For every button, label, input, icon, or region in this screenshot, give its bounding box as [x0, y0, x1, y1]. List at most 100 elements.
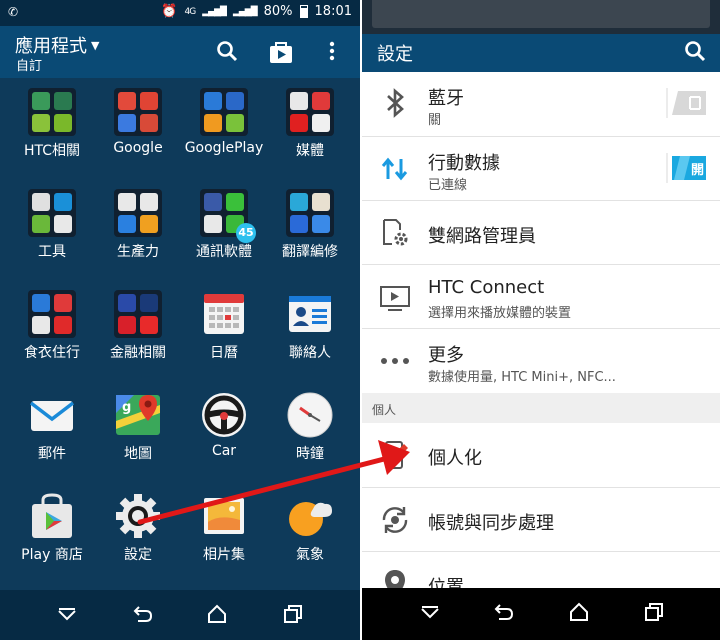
status-bar: ✆ ⏰ 4G ▂▄▆█ ▂▄▆█ 80% 18:01: [0, 0, 360, 26]
row-subtitle: 已連線: [428, 178, 468, 193]
settings-title: 設定: [377, 44, 413, 65]
app-settings[interactable]: 設定: [95, 482, 181, 582]
recent-apps-icon[interactable]: [644, 602, 664, 622]
messaging-folder-icon: 45: [200, 189, 256, 243]
app-clock[interactable]: 時鐘: [267, 381, 353, 481]
drawer-subtitle: 自訂: [16, 59, 43, 74]
app-productivity-folder[interactable]: 生產力: [95, 179, 181, 279]
mail-icon: [29, 401, 75, 431]
mobile-data-arrows-icon: [381, 157, 408, 181]
settings-gear-icon: [116, 494, 160, 538]
maps-icon: g: [116, 395, 160, 435]
app-messaging-folder[interactable]: 45 通訊軟體: [181, 179, 267, 279]
app-mail[interactable]: 郵件: [9, 381, 95, 481]
section-header-personal: 個人: [362, 393, 720, 423]
chevron-down-icon[interactable]: [57, 608, 77, 622]
app-google-folder[interactable]: Google: [95, 78, 181, 178]
clock-icon: [287, 392, 333, 438]
app-media-folder[interactable]: 媒體: [267, 78, 353, 178]
notification-shade-edge: [362, 0, 720, 34]
app-label: 金融相關: [110, 345, 166, 361]
dropdown-caret-icon: ▼: [91, 39, 100, 52]
app-weather[interactable]: 氣象: [267, 482, 353, 582]
settings-header: 設定: [362, 34, 720, 72]
more-dots-icon: [381, 358, 409, 364]
settings-row-personalize[interactable]: 個人化: [362, 423, 720, 488]
app-contacts[interactable]: 聯絡人: [267, 280, 353, 380]
alarm-icon: ⏰: [161, 4, 178, 19]
settings-row-dual-network[interactable]: 雙網路管理員: [362, 202, 720, 265]
sim-gear-icon: [383, 219, 408, 246]
app-label: 媒體: [296, 143, 324, 159]
lifestyle-folder-icon: [28, 290, 76, 338]
google-folder-icon: [114, 88, 162, 136]
recent-apps-icon[interactable]: [283, 604, 303, 624]
app-label: 聯絡人: [289, 345, 331, 361]
app-tools-folder[interactable]: 工具: [9, 179, 95, 279]
finance-folder-icon: [114, 290, 162, 338]
row-title: 行動數據: [428, 153, 500, 174]
row-subtitle: 選擇用來播放媒體的裝置: [428, 306, 572, 321]
app-label: 翻譯編修: [282, 244, 338, 260]
signal-icon: ▂▄▆█: [202, 6, 227, 17]
app-maps[interactable]: g 地圖: [95, 381, 181, 481]
chevron-down-icon[interactable]: [420, 606, 440, 620]
bluetooth-toggle[interactable]: [666, 88, 708, 118]
settings-screen: 設定 藍牙 關 行動數據 已連線 開 雙網路管理員 HTC Connect 選擇…: [362, 0, 720, 640]
app-htc-folder[interactable]: HTC相關: [9, 78, 95, 178]
battery-percent: 80%: [263, 4, 293, 19]
back-icon[interactable]: [133, 604, 153, 624]
app-car[interactable]: Car: [181, 381, 267, 481]
app-label: 時鐘: [296, 446, 324, 462]
app-lifestyle-folder[interactable]: 食衣住行: [9, 280, 95, 380]
network-type: 4G: [184, 6, 197, 17]
calendar-icon: [204, 294, 244, 334]
bluetooth-icon: [387, 88, 404, 118]
steering-wheel-icon: [202, 393, 246, 437]
home-icon[interactable]: [207, 604, 227, 624]
row-title: 藍牙: [428, 88, 464, 109]
cast-screen-icon: [380, 286, 410, 311]
toggle-state: 開: [690, 163, 704, 178]
settings-row-more[interactable]: 更多 數據使用量, HTC Mini+, NFC...: [362, 330, 720, 393]
search-icon[interactable]: [216, 40, 238, 62]
app-googleplay-folder[interactable]: GooglePlay: [181, 78, 267, 178]
whatsapp-icon: ✆: [8, 5, 19, 19]
app-label: Play 商店: [21, 547, 83, 563]
app-grid: HTC相關 Google GooglePlay 媒體 工具 生產力 45 通訊軟…: [0, 78, 360, 590]
settings-row-mobile-data[interactable]: 行動數據 已連線 開: [362, 138, 720, 201]
search-icon[interactable]: [684, 40, 706, 62]
app-label: Google: [113, 140, 163, 156]
app-calendar[interactable]: 日曆: [181, 280, 267, 380]
play-store-icon[interactable]: [268, 40, 294, 64]
mobile-data-toggle[interactable]: 開: [666, 153, 708, 183]
app-label: 郵件: [38, 446, 66, 462]
productivity-folder-icon: [114, 189, 162, 237]
back-icon[interactable]: [494, 602, 514, 622]
svg-text:g: g: [122, 400, 131, 415]
app-label: GooglePlay: [184, 140, 264, 156]
app-play-store[interactable]: Play 商店: [9, 482, 95, 582]
play-store-bag-icon: [32, 493, 72, 538]
app-gallery[interactable]: 相片集: [181, 482, 267, 582]
app-label: 食衣住行: [24, 345, 80, 361]
tools-folder-icon: [28, 189, 76, 237]
overflow-menu-icon[interactable]: [328, 40, 336, 62]
sync-icon: [382, 507, 408, 533]
status-time: 18:01: [314, 4, 352, 19]
settings-row-htc-connect[interactable]: HTC Connect 選擇用來播放媒體的裝置: [362, 266, 720, 329]
personalize-icon: [385, 441, 408, 469]
home-icon[interactable]: [569, 602, 589, 622]
app-label: HTC相關: [23, 143, 81, 159]
unread-badge: 45: [236, 223, 256, 243]
nav-bar: [0, 590, 360, 640]
row-title: 個人化: [428, 448, 482, 469]
app-translate-folder[interactable]: 翻譯編修: [267, 179, 353, 279]
settings-row-location[interactable]: 位置: [362, 553, 720, 598]
app-label: 氣象: [296, 547, 324, 563]
settings-row-bluetooth[interactable]: 藍牙 關: [362, 72, 720, 137]
settings-row-accounts-sync[interactable]: 帳號與同步處理: [362, 489, 720, 552]
app-finance-folder[interactable]: 金融相關: [95, 280, 181, 380]
drawer-title: 應用程式: [15, 36, 87, 57]
row-title: 雙網路管理員: [428, 226, 536, 247]
